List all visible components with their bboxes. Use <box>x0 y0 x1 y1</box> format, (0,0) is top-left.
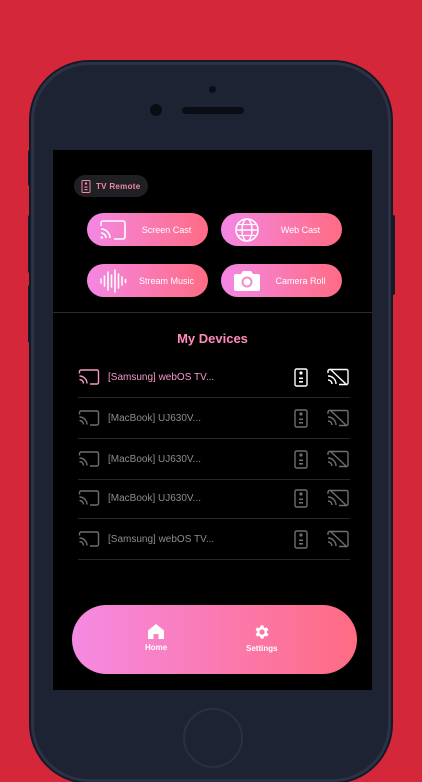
front-camera <box>150 104 162 116</box>
sound-wave-icon <box>100 268 127 293</box>
stream-music-button[interactable]: Stream Music <box>87 264 208 297</box>
earpiece-speaker <box>182 107 244 114</box>
cast-icon <box>78 369 100 385</box>
cast-off-icon <box>327 409 349 427</box>
remote-button[interactable] <box>291 529 311 549</box>
remote-button[interactable] <box>291 488 311 508</box>
device-name: [Samsung] webOS TV... <box>108 533 215 545</box>
remote-icon <box>294 449 308 469</box>
globe-icon <box>235 217 259 242</box>
remote-icon <box>294 529 308 549</box>
device-name: [MacBook] UJ630V... <box>108 412 202 424</box>
app-badge-label: TV Remote <box>96 181 141 191</box>
cast-icon <box>78 451 100 467</box>
camera-icon <box>234 270 260 291</box>
remote-icon <box>294 367 308 387</box>
device-name: [Samsung] webOS TV... <box>108 371 215 383</box>
web-cast-button[interactable]: Web Cast <box>221 213 342 246</box>
device-name: [MacBook] UJ630V... <box>108 492 202 504</box>
disconnect-button[interactable] <box>326 409 350 427</box>
disconnect-button[interactable] <box>326 489 350 507</box>
cast-off-icon <box>327 530 349 548</box>
device-row[interactable]: [MacBook] UJ630V... <box>78 398 350 439</box>
remote-icon <box>294 488 308 508</box>
device-name: [MacBook] UJ630V... <box>108 453 202 465</box>
device-row[interactable]: [Samsung] webOS TV... <box>78 357 350 398</box>
web-cast-label: Web Cast <box>280 224 321 235</box>
camera-roll-button[interactable]: Camera Roll <box>221 264 342 297</box>
cast-off-icon <box>327 368 349 386</box>
app-screen: TV Remote Screen Cast Web Cast Stream Mu… <box>53 150 372 690</box>
cast-icon <box>78 490 100 506</box>
tab-home[interactable]: Home <box>145 623 167 652</box>
cast-off-icon <box>327 450 349 468</box>
tab-settings-label: Settings <box>246 644 278 653</box>
gear-icon <box>255 625 269 639</box>
tab-settings[interactable]: Settings <box>246 623 278 653</box>
section-divider <box>53 312 372 313</box>
cast-icon <box>78 531 100 547</box>
screen-cast-label: Screen Cast <box>141 224 192 235</box>
cast-icon <box>78 410 100 426</box>
tab-home-label: Home <box>145 643 168 652</box>
app-badge: TV Remote <box>74 175 148 197</box>
stream-music-label: Stream Music <box>138 275 194 286</box>
remote-button[interactable] <box>291 367 311 387</box>
disconnect-button[interactable] <box>326 530 350 548</box>
remote-button[interactable] <box>291 449 311 469</box>
screen-cast-button[interactable]: Screen Cast <box>87 213 208 246</box>
home-button <box>183 708 243 768</box>
home-icon <box>148 624 165 639</box>
camera-roll-label: Camera Roll <box>275 275 326 286</box>
disconnect-button[interactable] <box>326 368 350 386</box>
cast-icon <box>100 219 126 240</box>
cast-off-icon <box>327 489 349 507</box>
device-row[interactable]: [MacBook] UJ630V... <box>78 439 350 480</box>
device-row[interactable]: [Samsung] webOS TV... <box>78 519 350 560</box>
remote-icon <box>294 408 308 428</box>
remote-icon <box>81 179 91 193</box>
device-row[interactable]: [MacBook] UJ630V... <box>78 478 350 519</box>
proximity-sensor <box>209 86 216 93</box>
remote-button[interactable] <box>291 408 311 428</box>
tab-bar: Home Settings <box>72 605 357 674</box>
disconnect-button[interactable] <box>326 450 350 468</box>
devices-title: My Devices <box>177 331 248 346</box>
